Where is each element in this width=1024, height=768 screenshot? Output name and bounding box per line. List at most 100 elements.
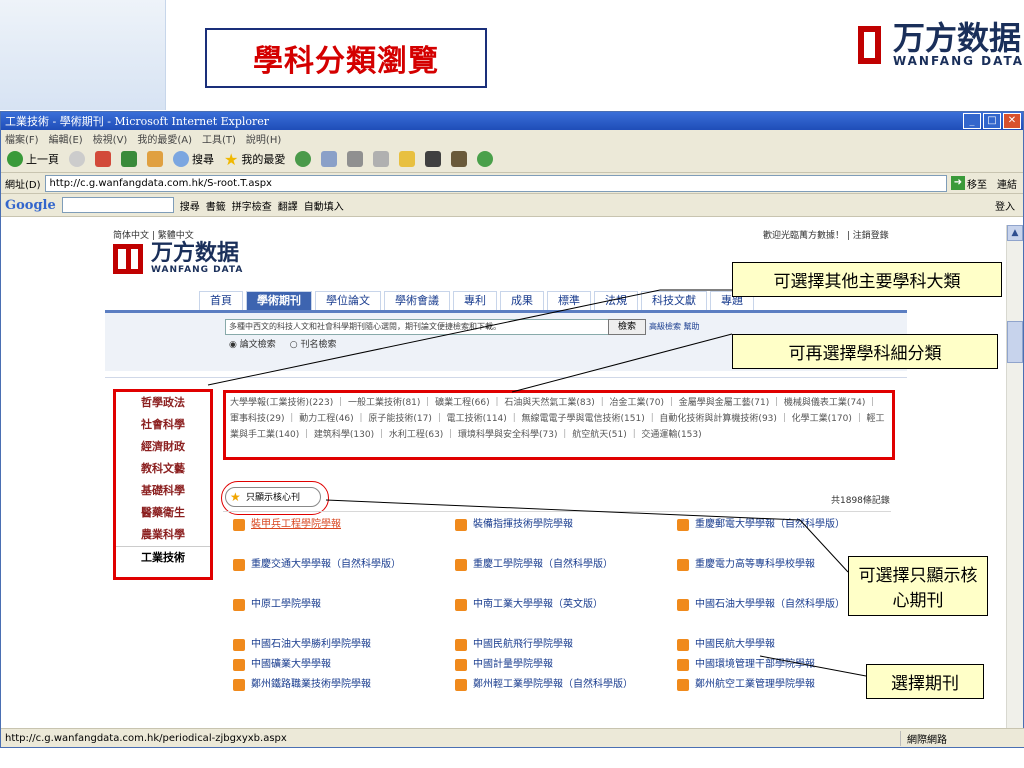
category-item-5[interactable]: 醫藥衛生 xyxy=(116,502,210,524)
home-icon[interactable] xyxy=(147,151,163,167)
journal-title[interactable]: 重慶郵電大學學報（自然科學版） xyxy=(695,517,845,532)
favorites-button[interactable]: ★ 我的最愛 xyxy=(224,150,285,169)
google-autofill-button[interactable]: 自動填入 xyxy=(304,198,344,213)
journal-title[interactable]: 中原工學院學報 xyxy=(251,597,321,612)
category-item-1[interactable]: 社會科學 xyxy=(116,414,210,436)
journal-title[interactable]: 中國石油大學勝利學院學報 xyxy=(251,637,371,652)
core-only-button[interactable]: ★ 只顯示核心刊 xyxy=(225,487,321,507)
stop-icon[interactable] xyxy=(95,151,111,167)
journal-title[interactable]: 中國計量學院學報 xyxy=(473,657,553,672)
address-input[interactable]: http://c.g.wanfangdata.com.hk/S-root.T.a… xyxy=(44,174,947,192)
vertical-scrollbar[interactable]: ▲ xyxy=(1006,225,1023,730)
google-translate-button[interactable]: 翻譯 xyxy=(278,198,298,213)
journal-item[interactable]: 中南工業大學學報（英文版） xyxy=(455,597,665,612)
language-switch[interactable]: 简体中文 | 繁體中文 xyxy=(113,228,194,241)
journal-title[interactable]: 重慶工學院學報（自然科學版） xyxy=(473,557,613,572)
google-bookmarks-button[interactable]: 書籤 xyxy=(206,198,226,213)
journal-title[interactable]: 重慶交通大學學報（自然科學版） xyxy=(251,557,401,572)
folder-icon[interactable] xyxy=(399,151,416,167)
go-button[interactable]: ➜ 移至 xyxy=(951,176,987,191)
back-button[interactable]: 上一頁 xyxy=(7,151,59,167)
journal-item[interactable]: 中國礦業大學學報 xyxy=(233,657,443,672)
media-icon[interactable] xyxy=(425,151,442,167)
journal-item[interactable]: 中國計量學院學報 xyxy=(455,657,665,672)
menu-tools[interactable]: 工具(T) xyxy=(202,131,236,146)
journal-item[interactable]: 重慶交通大學學報（自然科學版） xyxy=(233,557,443,572)
subject-list[interactable]: 大學學報(工業技術)(223) ｜ 一般工業技術(81) ｜ 礦業工程(66) … xyxy=(223,390,895,460)
tab-6[interactable]: 標準 xyxy=(547,291,591,311)
search-input[interactable]: 多種中西文的科技人文和社會科學期刊隨心選閱，期刊論文便捷檢索和下載。 xyxy=(225,319,610,335)
category-item-6[interactable]: 農業科學 xyxy=(116,524,210,546)
forward-arrow-icon[interactable] xyxy=(69,151,85,167)
journal-item[interactable]: 鄭州航空工業管理學院學報 xyxy=(677,677,887,692)
slide-title-box: 學科分類瀏覽 xyxy=(205,28,487,88)
advanced-search-link[interactable]: 高級檢索 幫助 xyxy=(649,321,700,332)
journal-title[interactable]: 鄭州輕工業學院學報（自然科學版） xyxy=(473,677,633,692)
journal-title[interactable]: 裝甲兵工程學院學報 xyxy=(251,517,341,532)
journal-title[interactable]: 中國民航大學學報 xyxy=(695,637,775,652)
journal-title[interactable]: 中國環境管理干部學院學報 xyxy=(695,657,815,672)
tab-1[interactable]: 學術期刊 xyxy=(246,291,312,311)
menu-file[interactable]: 檔案(F) xyxy=(5,131,39,146)
journal-item[interactable]: 鄭州輕工業學院學報（自然科學版） xyxy=(455,677,665,692)
category-item-2[interactable]: 經濟財政 xyxy=(116,436,210,458)
journal-title[interactable]: 裝備指揮技術學院學報 xyxy=(473,517,573,532)
journal-item[interactable]: 中國環境管理干部學院學報 xyxy=(677,657,887,672)
journal-item[interactable]: 中原工學院學報 xyxy=(233,597,443,612)
tab-8[interactable]: 科技文獻 xyxy=(641,291,707,311)
search-button[interactable]: 搜尋 xyxy=(173,151,214,167)
mail-icon[interactable] xyxy=(321,151,338,167)
journal-item[interactable]: 鄭州鐵路職業技術學院學報 xyxy=(233,677,443,692)
journal-title[interactable]: 鄭州鐵路職業技術學院學報 xyxy=(251,677,371,692)
research-icon[interactable] xyxy=(451,151,468,167)
rss-icon xyxy=(455,559,467,571)
tab-3[interactable]: 學術會議 xyxy=(384,291,450,311)
radio-article[interactable]: ◉ 論文檢索 xyxy=(229,337,276,350)
journal-item[interactable]: 重慶郵電大學學報（自然科學版） xyxy=(677,517,887,532)
journal-item[interactable]: 裝甲兵工程學院學報 xyxy=(233,517,443,532)
edit-icon[interactable] xyxy=(373,151,390,167)
messenger-icon[interactable] xyxy=(477,151,494,167)
google-search-input[interactable] xyxy=(61,197,174,213)
category-item-0[interactable]: 哲學政法 xyxy=(116,392,210,414)
journal-title[interactable]: 中南工業大學學報（英文版） xyxy=(473,597,603,612)
category-item-3[interactable]: 教科文藝 xyxy=(116,458,210,480)
minimize-button[interactable]: _ xyxy=(963,113,981,129)
journal-title[interactable]: 鄭州航空工業管理學院學報 xyxy=(695,677,815,692)
journal-title[interactable]: 中國礦業大學學報 xyxy=(251,657,331,672)
site-logo[interactable]: 万方数据 WANFANG DATA xyxy=(113,243,243,275)
menu-help[interactable]: 說明(H) xyxy=(246,131,281,146)
scroll-thumb[interactable] xyxy=(1007,321,1023,363)
search-label: 搜尋 xyxy=(192,153,214,166)
menu-favorites[interactable]: 我的最愛(A) xyxy=(137,131,192,146)
journal-item[interactable]: 中國民航飛行學院學報 xyxy=(455,637,665,652)
links-button[interactable]: 連結 xyxy=(991,176,1023,191)
menu-view[interactable]: 檢視(V) xyxy=(93,131,128,146)
tab-0[interactable]: 首頁 xyxy=(199,291,243,311)
maximize-button[interactable]: □ xyxy=(983,113,1001,129)
tab-2[interactable]: 學位論文 xyxy=(315,291,381,311)
journal-item[interactable]: 裝備指揮技術學院學報 xyxy=(455,517,665,532)
tab-5[interactable]: 成果 xyxy=(500,291,544,311)
category-item-7[interactable]: 工業技術 xyxy=(116,546,210,569)
tab-4[interactable]: 專利 xyxy=(453,291,497,311)
tab-7[interactable]: 法規 xyxy=(594,291,638,311)
journal-item[interactable]: 中國民航大學學報 xyxy=(677,637,887,652)
menu-edit[interactable]: 編輯(E) xyxy=(49,131,83,146)
search-submit-button[interactable]: 檢索 xyxy=(608,319,646,335)
journal-item[interactable]: 重慶工學院學報（自然科學版） xyxy=(455,557,665,572)
history-icon[interactable] xyxy=(295,151,312,167)
journal-title[interactable]: 中國石油大學學報（自然科學版） xyxy=(695,597,845,612)
category-item-4[interactable]: 基礎科學 xyxy=(116,480,210,502)
journal-item[interactable]: 中國石油大學勝利學院學報 xyxy=(233,637,443,652)
google-search-button[interactable]: 搜尋 xyxy=(180,198,200,213)
refresh-icon[interactable] xyxy=(121,151,137,167)
journal-title[interactable]: 重慶電力高等專科學校學報 xyxy=(695,557,815,572)
scroll-up-icon[interactable]: ▲ xyxy=(1007,225,1023,241)
print-icon[interactable] xyxy=(347,151,364,167)
google-login-button[interactable]: 登入 xyxy=(995,198,1023,213)
journal-title[interactable]: 中國民航飛行學院學報 xyxy=(473,637,573,652)
radio-journal[interactable]: ○ 刊名檢索 xyxy=(290,337,337,350)
close-button[interactable]: ✕ xyxy=(1003,113,1021,129)
google-spellcheck-button[interactable]: 拼字檢查 xyxy=(232,198,272,213)
